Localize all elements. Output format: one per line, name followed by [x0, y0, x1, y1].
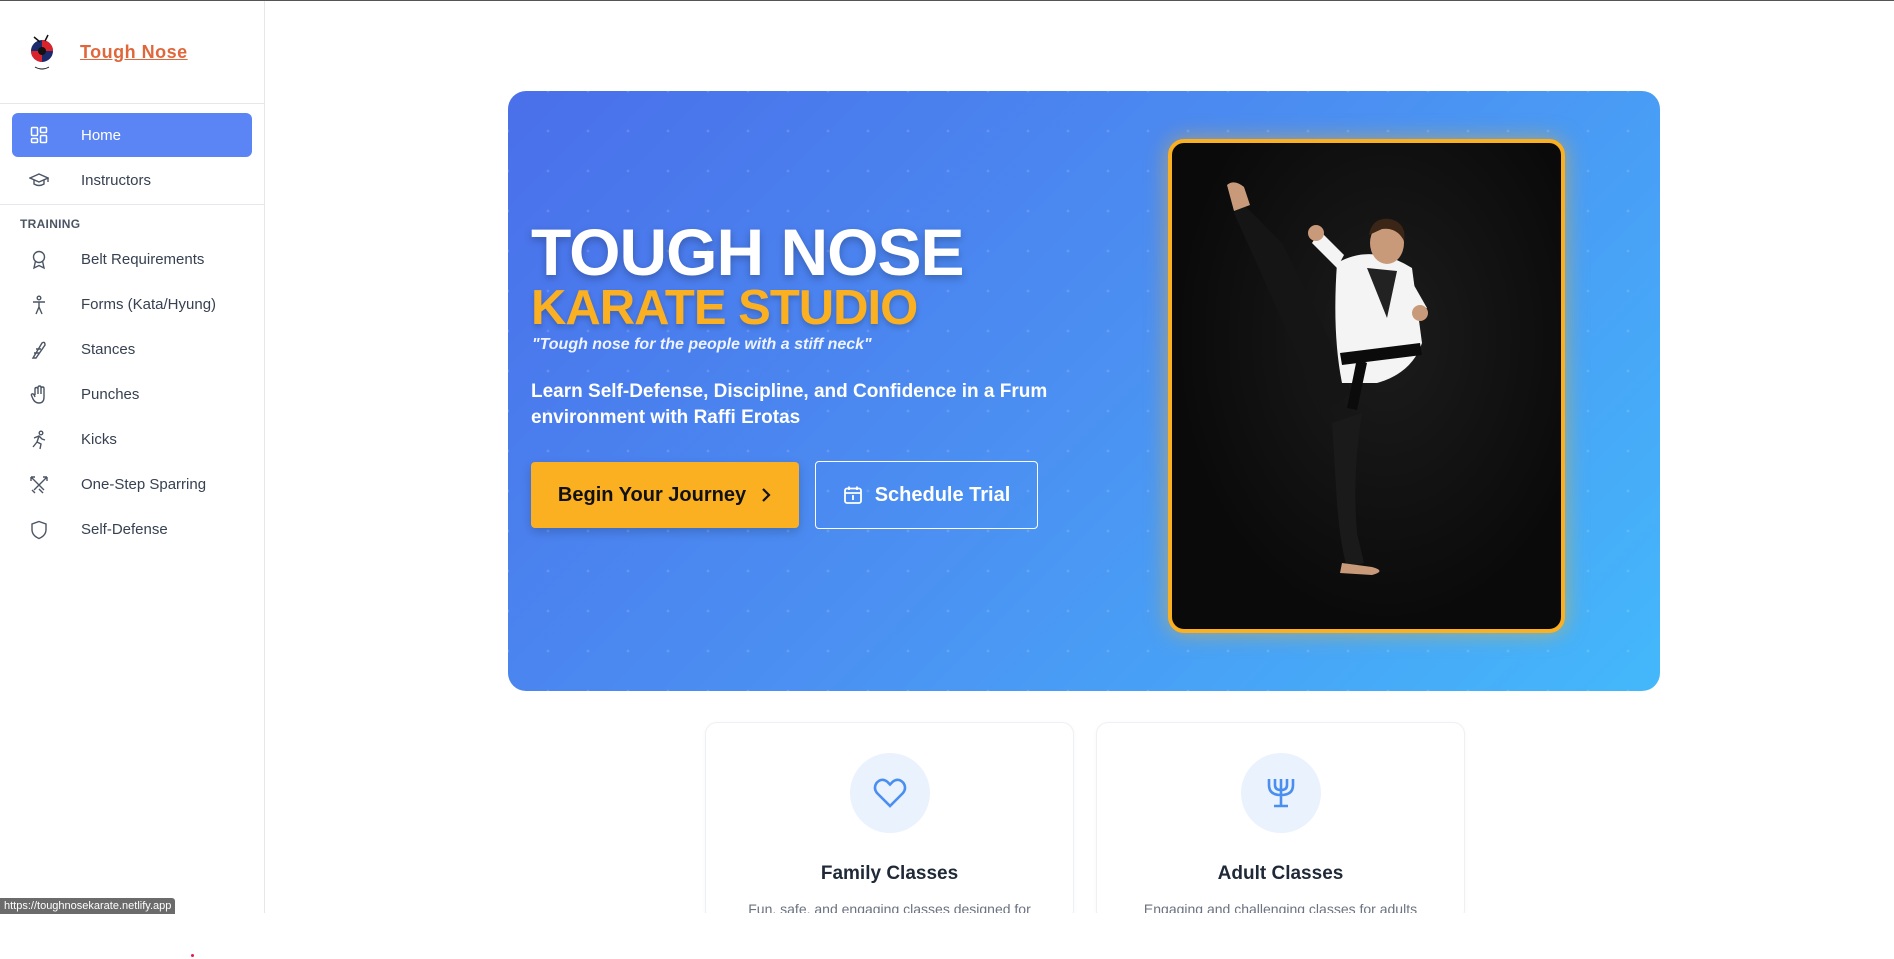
page-bottom-area: [0, 913, 1894, 959]
sidebar-item-label: Forms (Kata/Hyung): [81, 296, 217, 313]
running-icon: [29, 430, 49, 450]
calendar-icon: [843, 485, 863, 505]
hero-banner: TOUGH NOSE KARATE STUDIO "Tough nose for…: [508, 91, 1660, 691]
dashboard-icon: [29, 125, 49, 145]
sidebar-item-label: Belt Requirements: [81, 251, 205, 268]
link-status-bar: https://toughnosekarate.netlify.app: [0, 898, 176, 914]
hand-icon: [29, 384, 49, 405]
sidebar-item-one-step-sparring[interactable]: One-Step Sparring: [12, 462, 252, 507]
graduation-cap-icon: [29, 170, 49, 190]
sidebar-item-label: Punches: [81, 386, 140, 403]
card-title: Family Classes: [820, 863, 959, 884]
sidebar-item-instructors[interactable]: Instructors: [12, 158, 252, 202]
adult-classes-card[interactable]: Adult Classes Engaging and challenging c…: [1096, 722, 1465, 922]
shield-icon: [29, 520, 49, 540]
brand-name-link[interactable]: Tough Nose: [80, 42, 188, 63]
training-section-label: TRAINING: [20, 217, 81, 231]
family-classes-card[interactable]: Family Classes Fun, safe, and engaging c…: [705, 722, 1074, 922]
sidebar-item-kicks[interactable]: Kicks: [12, 417, 252, 462]
swords-icon: [29, 475, 49, 495]
heart-icon: [850, 753, 930, 833]
schedule-trial-button[interactable]: Schedule Trial: [815, 461, 1038, 529]
karate-logo-icon[interactable]: [26, 31, 58, 73]
sidebar-item-label: Instructors: [81, 171, 152, 189]
window-top-border: [0, 0, 1894, 1]
cursor-dot: [191, 954, 194, 957]
begin-journey-button[interactable]: Begin Your Journey: [531, 462, 799, 528]
sidebar-item-punches[interactable]: Punches: [12, 372, 252, 417]
schedule-trial-label: Schedule Trial: [874, 483, 1011, 506]
sidebar-item-label: One-Step Sparring: [81, 476, 207, 493]
hero-quote: "Tough nose for the people with a stiff …: [532, 336, 872, 353]
sidebar-item-belt-requirements[interactable]: Belt Requirements: [12, 237, 252, 282]
sidebar-item-home[interactable]: Home: [12, 113, 252, 157]
chevron-right-icon: [760, 487, 772, 503]
sidebar-item-forms[interactable]: Forms (Kata/Hyung): [12, 282, 252, 327]
footprint-icon: [29, 340, 49, 360]
award-icon: [29, 250, 49, 270]
hero-description: Learn Self-Defense, Discipline, and Conf…: [531, 381, 1048, 428]
begin-journey-label: Begin Your Journey: [557, 483, 747, 506]
sidebar-item-stances[interactable]: Stances: [12, 327, 252, 372]
sidebar-item-self-defense[interactable]: Self-Defense: [12, 507, 252, 552]
karate-kick-photo: [1168, 139, 1565, 633]
person-standing-icon: [29, 295, 49, 315]
sidebar: Tough Nose Home Instructors TRAINING Bel…: [0, 1, 265, 913]
brand-header[interactable]: Tough Nose: [0, 1, 264, 104]
sidebar-item-label: Kicks: [81, 431, 117, 448]
hero-title: TOUGH NOSE: [531, 215, 965, 289]
hero-subtitle: KARATE STUDIO: [531, 281, 918, 335]
sidebar-item-label: Home: [81, 126, 122, 144]
sidebar-item-label: Self-Defense: [81, 521, 168, 538]
menorah-icon: [1241, 753, 1321, 833]
sidebar-item-label: Stances: [81, 341, 136, 358]
card-title: Adult Classes: [1217, 863, 1344, 884]
